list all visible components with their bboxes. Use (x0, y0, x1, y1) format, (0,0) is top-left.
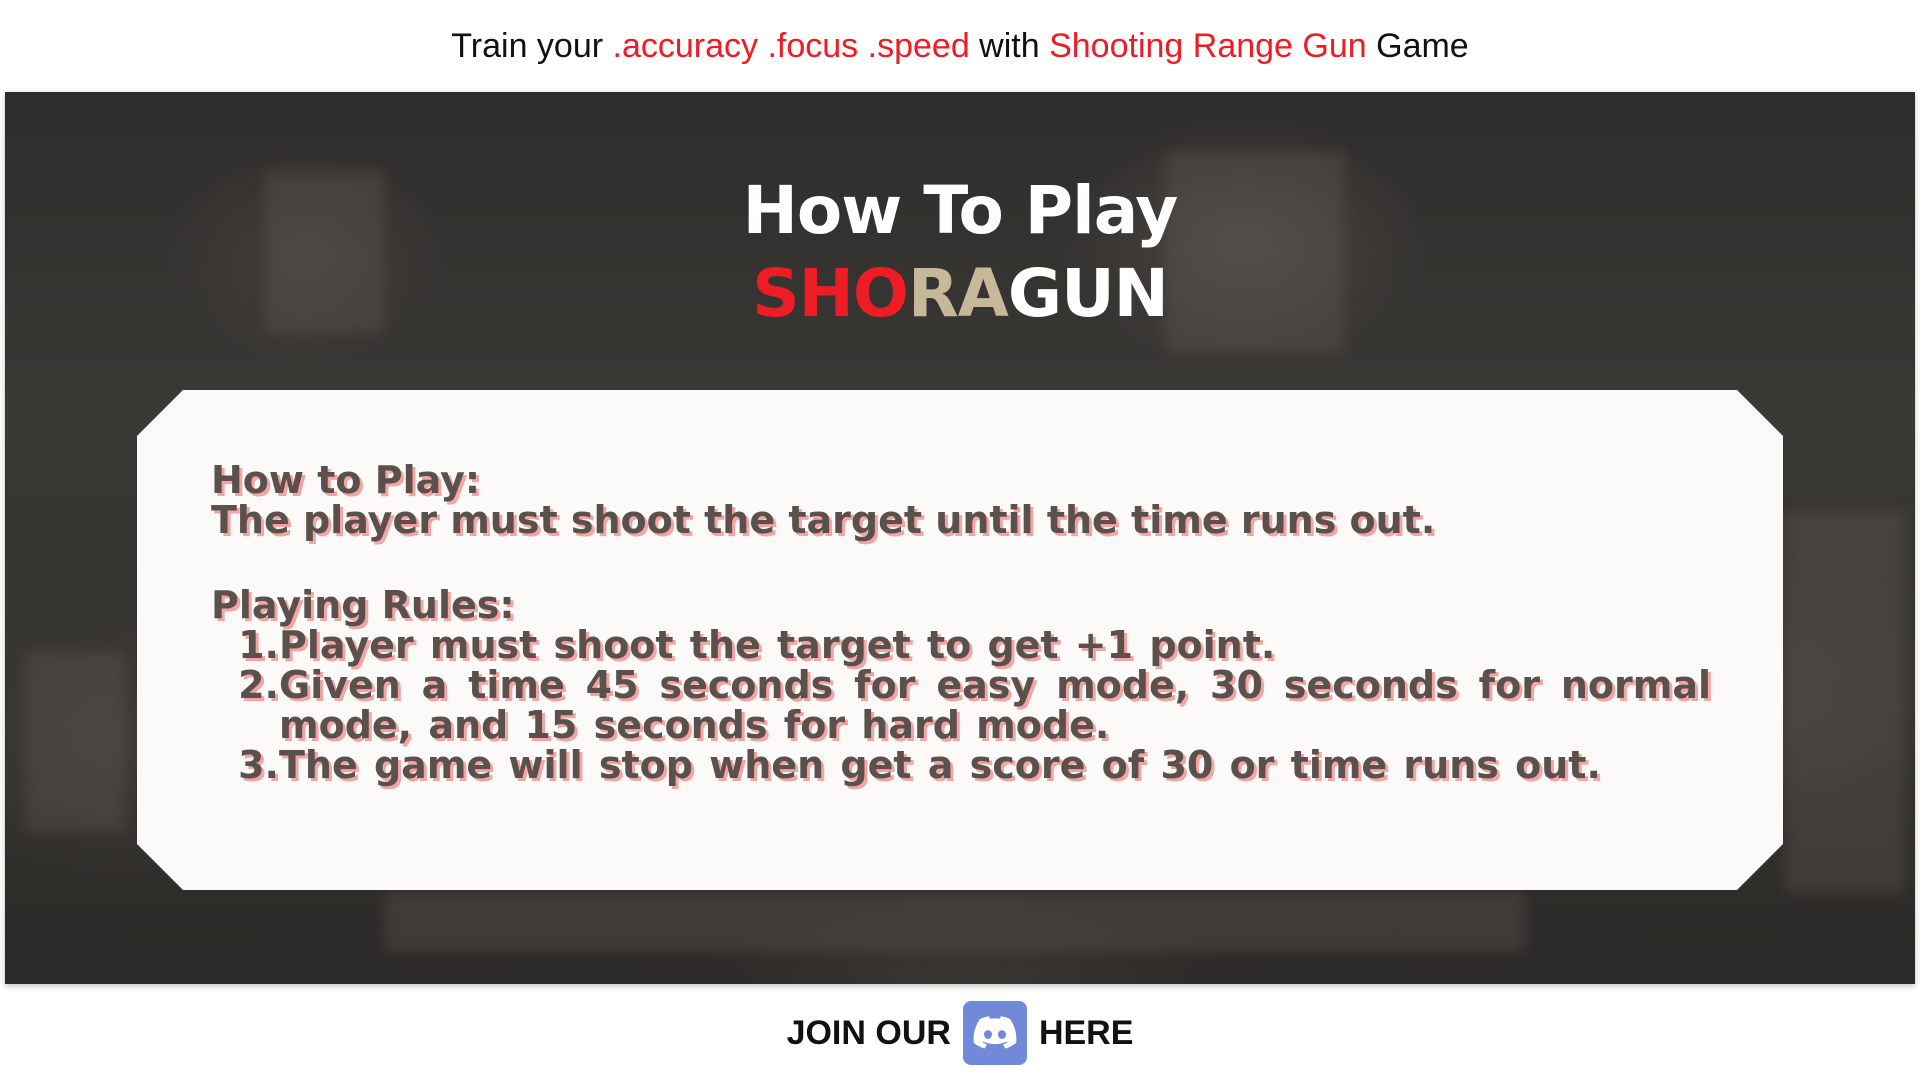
rule-number: 3. (238, 743, 279, 787)
logo-part-ra: RA (907, 255, 1009, 332)
how-to-play-text: The player must shoot the target until t… (211, 498, 1436, 542)
banner-with: with (969, 26, 1050, 65)
banner-accuracy: .accuracy (612, 26, 759, 65)
top-banner: Train your .accuracy .focus .speed with … (0, 0, 1920, 92)
banner-prefix: Train your (451, 26, 613, 65)
rule-item: 3. The game will stop when get a score o… (211, 745, 1711, 785)
instructions-content: How to Play: The player must shoot the t… (211, 460, 1711, 785)
instructions-card: How to Play: The player must shoot the t… (137, 390, 1783, 890)
here-text: HERE (1038, 1013, 1134, 1052)
rule-item: 2. Given a time 45 seconds for easy mode… (211, 665, 1711, 745)
banner-focus: .focus (767, 26, 859, 65)
logo-part-gun: GUN (1007, 255, 1169, 332)
game-background: How To Play SHORAGUN How to Play: The pl… (5, 92, 1915, 984)
banner-speed: .speed (867, 26, 970, 65)
banner-game-name: Shooting Range Gun (1049, 26, 1367, 65)
how-to-play-heading: How to Play: (211, 458, 481, 502)
rules-list: 1. Player must shoot the target to get +… (211, 625, 1711, 785)
game-logo-text: SHORAGUN (5, 252, 1915, 336)
banner-suffix: Game (1366, 26, 1469, 65)
page-title: How To Play SHORAGUN (5, 170, 1915, 336)
rule-number: 1. (238, 623, 279, 667)
rule-item: 1. Player must shoot the target to get +… (211, 625, 1711, 665)
footer: JOIN OUR HERE (0, 998, 1920, 1068)
join-text: JOIN OUR (786, 1013, 951, 1052)
background-shape (385, 892, 1525, 952)
background-shape (25, 652, 125, 832)
title-how-to-play: How To Play (742, 172, 1179, 249)
logo-part-sho: SHO (752, 255, 909, 332)
background-shape (1785, 512, 1905, 892)
discord-icon (973, 1016, 1017, 1049)
rule-text: The game will stop when get a score of 3… (279, 743, 1601, 787)
rule-text: Given a time 45 seconds for easy mode, 3… (279, 663, 1711, 747)
discord-link-button[interactable] (962, 1001, 1027, 1065)
rule-text: Player must shoot the target to get +1 p… (279, 623, 1276, 667)
playing-rules-heading: Playing Rules: (211, 583, 515, 627)
rule-number: 2. (238, 663, 279, 707)
